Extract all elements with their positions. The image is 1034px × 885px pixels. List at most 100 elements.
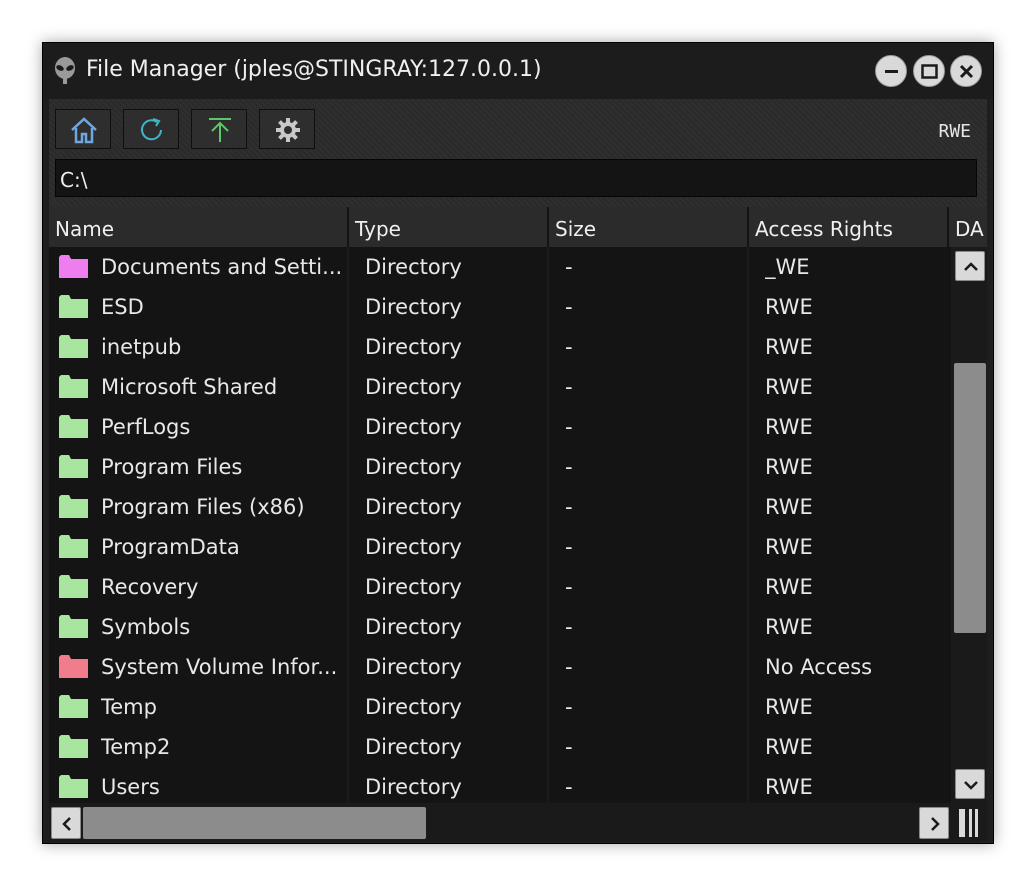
table-row[interactable]: Program Files (x86) Directory - RWE <box>49 487 949 527</box>
file-size: - <box>565 375 573 399</box>
resize-grip[interactable] <box>957 807 979 839</box>
file-size: - <box>565 735 573 759</box>
file-type: Directory <box>365 415 462 439</box>
file-name: Program Files <box>101 455 243 479</box>
table-row[interactable]: PerfLogs Directory - RWE <box>49 407 949 447</box>
file-type: Directory <box>365 455 462 479</box>
folder-icon <box>59 535 88 558</box>
file-size: - <box>565 655 573 679</box>
file-name: Users <box>101 775 160 799</box>
table-row[interactable]: Program Files Directory - RWE <box>49 447 949 487</box>
column-header-date[interactable]: DA <box>949 207 987 247</box>
folder-shape <box>59 495 88 518</box>
file-size: - <box>565 535 573 559</box>
scroll-down-button[interactable] <box>955 769 985 799</box>
file-name: Symbols <box>101 615 191 639</box>
file-access-rights: _WE <box>765 255 810 279</box>
column-header-name[interactable]: Name <box>49 207 349 247</box>
folder-shape <box>59 735 88 758</box>
file-name: Documents and Setti... <box>101 255 343 279</box>
file-type: Directory <box>365 375 462 399</box>
minimize-icon <box>885 70 898 73</box>
folder-icon <box>59 375 88 398</box>
file-name: ProgramData <box>101 535 240 559</box>
file-size: - <box>565 455 573 479</box>
scroll-up-button[interactable] <box>955 251 985 281</box>
file-size: - <box>565 575 573 599</box>
folder-icon <box>59 655 88 678</box>
vertical-scrollbar[interactable] <box>951 247 987 803</box>
file-name: Recovery <box>101 575 199 599</box>
file-access-rights: RWE <box>765 695 813 719</box>
file-name: Microsoft Shared <box>101 375 278 399</box>
table-row[interactable]: ESD Directory - RWE <box>49 287 949 327</box>
close-button[interactable] <box>950 55 982 87</box>
file-type: Directory <box>365 255 462 279</box>
file-access-rights: RWE <box>765 295 813 319</box>
scroll-right-button[interactable] <box>919 807 949 839</box>
column-header-type[interactable]: Type <box>349 207 549 247</box>
file-access-rights: RWE <box>765 575 813 599</box>
folder-icon <box>59 735 88 758</box>
maximize-icon <box>921 64 938 79</box>
file-type: Directory <box>365 295 462 319</box>
file-access-rights: RWE <box>765 535 813 559</box>
table-row[interactable]: ProgramData Directory - RWE <box>49 527 949 567</box>
path-input[interactable]: C:\ <box>55 159 977 197</box>
column-header-size[interactable]: Size <box>549 207 749 247</box>
table-row[interactable]: Symbols Directory - RWE <box>49 607 949 647</box>
file-access-rights: RWE <box>765 455 813 479</box>
horizontal-scroll-thumb[interactable] <box>83 807 426 839</box>
vertical-scroll-thumb[interactable] <box>954 363 986 633</box>
table-row[interactable]: Temp Directory - RWE <box>49 687 949 727</box>
file-access-rights: RWE <box>765 495 813 519</box>
file-name: Program Files (x86) <box>101 495 305 519</box>
table-row[interactable]: Temp2 Directory - RWE <box>49 727 949 767</box>
file-type: Directory <box>365 335 462 359</box>
table-row[interactable]: Microsoft Shared Directory - RWE <box>49 367 949 407</box>
table-row[interactable]: System Volume Infor... Directory - No Acces… <box>49 647 949 687</box>
horizontal-scrollbar[interactable] <box>49 803 987 841</box>
gear-icon <box>276 118 300 142</box>
column-header-access-rights[interactable]: Access Rights <box>749 207 949 247</box>
table-row[interactable]: Users Directory - RWE <box>49 767 949 807</box>
folder-icon <box>59 575 88 598</box>
folder-shape <box>59 775 88 798</box>
file-manager-window: File Manager (jples@STINGRAY:127.0.0.1) <box>42 42 994 844</box>
up-button[interactable] <box>191 109 247 149</box>
file-size: - <box>565 295 573 319</box>
chevron-right-icon <box>931 817 940 831</box>
refresh-button[interactable] <box>123 109 179 149</box>
current-rights-label: RWE <box>938 121 971 142</box>
folder-icon <box>59 335 88 358</box>
table-row[interactable]: Documents and Setti... Directory - _WE <box>49 247 949 287</box>
minimize-button[interactable] <box>875 55 907 87</box>
folder-shape <box>59 695 88 718</box>
file-access-rights: RWE <box>765 775 813 799</box>
home-button[interactable] <box>55 109 111 149</box>
folder-shape <box>59 535 88 558</box>
folder-icon <box>59 615 88 638</box>
chevron-left-icon <box>62 817 71 831</box>
file-type: Directory <box>365 775 462 799</box>
file-name: PerfLogs <box>101 415 191 439</box>
maximize-button[interactable] <box>913 55 945 87</box>
table-row[interactable]: Recovery Directory - RWE <box>49 567 949 607</box>
file-size: - <box>565 775 573 799</box>
file-type: Directory <box>365 495 462 519</box>
chevron-up-icon <box>964 262 978 271</box>
title-bar[interactable]: File Manager (jples@STINGRAY:127.0.0.1) <box>43 43 993 99</box>
file-size: - <box>565 695 573 719</box>
folder-shape <box>59 615 88 638</box>
scroll-left-button[interactable] <box>51 807 81 839</box>
folder-icon <box>59 255 88 278</box>
table-row[interactable]: inetpub Directory - RWE <box>49 327 949 367</box>
file-size: - <box>565 415 573 439</box>
file-name: inetpub <box>101 335 182 359</box>
folder-icon <box>59 295 88 318</box>
file-name: System Volume Infor... <box>101 655 338 679</box>
settings-button[interactable] <box>259 109 315 149</box>
file-access-rights: RWE <box>765 615 813 639</box>
file-size: - <box>565 495 573 519</box>
close-icon <box>959 64 974 79</box>
